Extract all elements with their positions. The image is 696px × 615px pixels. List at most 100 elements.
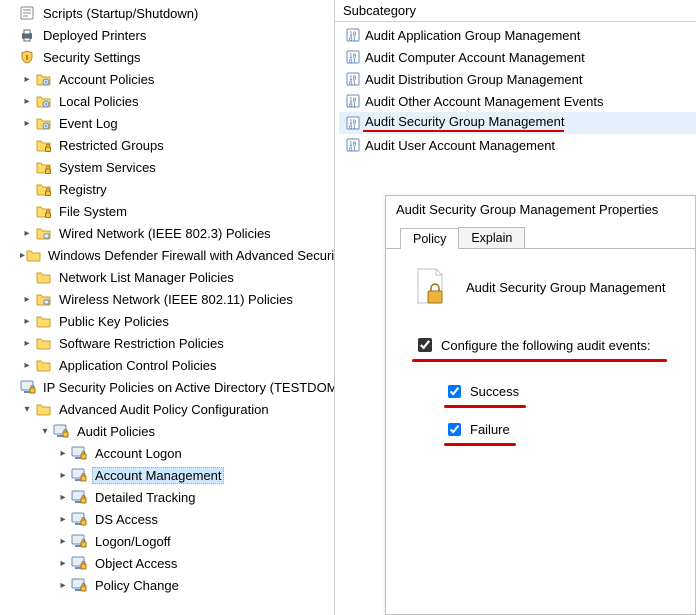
chevron-right-icon[interactable]: ▸ bbox=[56, 470, 70, 481]
chevron-right-icon[interactable]: ▸ bbox=[56, 536, 70, 547]
monitor-lock-icon bbox=[20, 379, 36, 395]
policy-icon bbox=[343, 49, 363, 65]
monitor-lock-icon bbox=[70, 511, 88, 527]
folder-gear-icon bbox=[34, 115, 52, 131]
chevron-right-icon[interactable]: ▸ bbox=[56, 558, 70, 569]
subcat-item[interactable]: Audit Computer Account Management bbox=[339, 46, 696, 68]
tree-item-logon-logoff[interactable]: ▸ Logon/Logoff bbox=[2, 530, 334, 552]
subcategory-column-header[interactable]: Subcategory bbox=[335, 0, 696, 22]
policy-icon bbox=[343, 93, 363, 109]
tree-item-network-list-manager[interactable]: Network List Manager Policies bbox=[2, 266, 334, 288]
scroll-icon bbox=[18, 5, 36, 21]
policy-icon bbox=[343, 27, 363, 43]
subcat-item[interactable]: Audit Other Account Management Events bbox=[339, 90, 696, 112]
option-failure-label: Failure bbox=[470, 422, 510, 437]
subcat-item[interactable]: Audit Application Group Management bbox=[339, 24, 696, 46]
tree-item-deployed-printers[interactable]: Deployed Printers bbox=[2, 24, 334, 46]
tree-item-software-restriction[interactable]: ▸ Software Restriction Policies bbox=[2, 332, 334, 354]
monitor-lock-icon bbox=[70, 577, 88, 593]
chevron-right-icon[interactable]: ▸ bbox=[20, 118, 34, 129]
tree-item-account-policies[interactable]: ▸ Account Policies bbox=[2, 68, 334, 90]
configure-label: Configure the following audit events: bbox=[441, 338, 651, 353]
tree-item-wireless-network[interactable]: ▸ Wireless Network (IEEE 802.11) Policie… bbox=[2, 288, 334, 310]
policy-icon bbox=[343, 71, 363, 87]
tree-item-scripts[interactable]: Scripts (Startup/Shutdown) bbox=[2, 2, 334, 24]
tree-item-system-services[interactable]: System Services bbox=[2, 156, 334, 178]
monitor-lock-icon bbox=[70, 533, 88, 549]
option-failure-row: Failure bbox=[444, 420, 671, 439]
tree-item-windows-defender-firewall[interactable]: ▸ Windows Defender Firewall with Advance… bbox=[2, 244, 334, 266]
tree-item-wired-network[interactable]: ▸ Wired Network (IEEE 802.3) Policies bbox=[2, 222, 334, 244]
configure-events-checkbox-row: Configure the following audit events: bbox=[414, 335, 671, 355]
folder-net-icon bbox=[34, 291, 52, 307]
folder-icon bbox=[34, 401, 52, 417]
folder-lock-icon bbox=[34, 181, 52, 197]
chevron-down-icon[interactable]: ▾ bbox=[20, 404, 34, 415]
annotation-underline bbox=[444, 443, 516, 446]
chevron-right-icon[interactable]: ▸ bbox=[20, 316, 34, 327]
shield-icon bbox=[18, 49, 36, 65]
tree-item-account-management[interactable]: ▸ Account Management bbox=[2, 464, 334, 486]
folder-lock-icon bbox=[34, 203, 52, 219]
monitor-lock-icon bbox=[52, 423, 70, 439]
subcategory-list: Audit Application Group Management Audit… bbox=[335, 22, 696, 158]
chevron-right-icon[interactable]: ▸ bbox=[20, 360, 34, 371]
tree-item-policy-change[interactable]: ▸ Policy Change bbox=[2, 574, 334, 596]
chevron-right-icon[interactable]: ▸ bbox=[56, 580, 70, 591]
tree-item-security-settings[interactable]: Security Settings bbox=[2, 46, 334, 68]
configure-checkbox[interactable] bbox=[418, 338, 432, 352]
tab-explain[interactable]: Explain bbox=[458, 227, 525, 248]
subcat-item-selected[interactable]: Audit Security Group Management bbox=[339, 112, 696, 134]
folder-icon bbox=[25, 247, 41, 263]
tree-item-event-log[interactable]: ▸ Event Log bbox=[2, 112, 334, 134]
tab-policy[interactable]: Policy bbox=[400, 228, 459, 249]
annotation-underline: Audit Security Group Management bbox=[363, 114, 564, 132]
annotation-underline bbox=[412, 359, 667, 362]
subcat-item[interactable]: Audit Distribution Group Management bbox=[339, 68, 696, 90]
tree-item-account-logon[interactable]: ▸ Account Logon bbox=[2, 442, 334, 464]
tree-item-file-system[interactable]: File System bbox=[2, 200, 334, 222]
chevron-right-icon[interactable]: ▸ bbox=[56, 514, 70, 525]
folder-icon bbox=[34, 357, 52, 373]
chevron-down-icon[interactable]: ▾ bbox=[38, 426, 52, 437]
document-lock-icon bbox=[414, 267, 448, 307]
printer-icon bbox=[18, 27, 36, 43]
folder-gear-icon bbox=[34, 93, 52, 109]
success-checkbox[interactable] bbox=[448, 385, 461, 398]
tree-item-advanced-audit[interactable]: ▾ Advanced Audit Policy Configuration bbox=[2, 398, 334, 420]
chevron-right-icon[interactable]: ▸ bbox=[56, 448, 70, 459]
policy-name: Audit Security Group Management bbox=[466, 280, 665, 295]
tree-item-registry[interactable]: Registry bbox=[2, 178, 334, 200]
policy-icon bbox=[343, 115, 363, 131]
monitor-lock-icon bbox=[70, 555, 88, 571]
properties-dialog: Audit Security Group Management Properti… bbox=[385, 195, 696, 615]
tree-item-audit-policies[interactable]: ▾ Audit Policies bbox=[2, 420, 334, 442]
monitor-lock-icon bbox=[70, 467, 88, 483]
tree-item-object-access[interactable]: ▸ Object Access bbox=[2, 552, 334, 574]
failure-checkbox[interactable] bbox=[448, 423, 461, 436]
tree-item-ip-security[interactable]: IP Security Policies on Active Directory… bbox=[2, 376, 334, 398]
chevron-right-icon[interactable]: ▸ bbox=[20, 96, 34, 107]
folder-icon bbox=[34, 313, 52, 329]
chevron-right-icon[interactable]: ▸ bbox=[20, 74, 34, 85]
annotation-underline bbox=[444, 405, 526, 408]
monitor-lock-icon bbox=[70, 489, 88, 505]
policy-icon bbox=[343, 137, 363, 153]
chevron-right-icon[interactable]: ▸ bbox=[20, 338, 34, 349]
tree-item-public-key-policies[interactable]: ▸ Public Key Policies bbox=[2, 310, 334, 332]
subcat-item[interactable]: Audit User Account Management bbox=[339, 134, 696, 156]
tree-item-restricted-groups[interactable]: Restricted Groups bbox=[2, 134, 334, 156]
folder-lock-icon bbox=[34, 159, 52, 175]
tree-item-local-policies[interactable]: ▸ Local Policies bbox=[2, 90, 334, 112]
chevron-right-icon[interactable]: ▸ bbox=[56, 492, 70, 503]
tree-item-application-control[interactable]: ▸ Application Control Policies bbox=[2, 354, 334, 376]
folder-lock-icon bbox=[34, 137, 52, 153]
tree-item-detailed-tracking[interactable]: ▸ Detailed Tracking bbox=[2, 486, 334, 508]
folder-icon bbox=[34, 269, 52, 285]
folder-icon bbox=[34, 335, 52, 351]
monitor-lock-icon bbox=[70, 445, 88, 461]
option-success-label: Success bbox=[470, 384, 519, 399]
chevron-right-icon[interactable]: ▸ bbox=[20, 228, 34, 239]
tree-item-ds-access[interactable]: ▸ DS Access bbox=[2, 508, 334, 530]
chevron-right-icon[interactable]: ▸ bbox=[20, 294, 34, 305]
